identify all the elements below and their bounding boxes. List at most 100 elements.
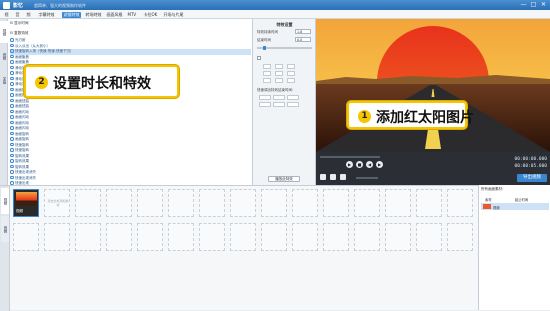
radio-icon[interactable] <box>10 43 14 47</box>
radio-icon[interactable] <box>10 181 14 185</box>
menu-transition-effects[interactable]: 转场特效 <box>84 12 103 18</box>
timeline-tab-audio[interactable]: 音频 <box>1 216 9 242</box>
position-cell[interactable] <box>287 64 295 69</box>
play-effect-button[interactable]: 播放此特效 <box>268 176 300 182</box>
minimize-button[interactable]: — <box>520 1 527 8</box>
position-cell[interactable] <box>287 71 295 76</box>
timeline-empty-slot[interactable] <box>261 223 287 251</box>
radio-icon[interactable] <box>10 76 14 80</box>
radio-icon[interactable] <box>10 159 14 163</box>
radio-icon[interactable] <box>10 148 14 152</box>
radio-icon[interactable] <box>10 126 14 130</box>
radio-icon[interactable] <box>10 153 14 157</box>
timeline-tab-video[interactable]: 视频 <box>1 188 9 214</box>
prev-icon[interactable]: ◀ <box>366 161 373 168</box>
menu-opening-ending[interactable]: 开场与片尾 <box>162 12 185 18</box>
radio-icon[interactable] <box>10 170 14 174</box>
timeline-empty-slot[interactable] <box>44 223 70 251</box>
export-video-button[interactable]: 导出视频 <box>517 174 547 182</box>
stop-icon[interactable]: ■ <box>356 161 363 168</box>
menu-filter-effects[interactable]: 滤镜特效 <box>62 11 81 18</box>
left-tab-audio[interactable]: 音频 <box>0 45 8 67</box>
timeline-empty-slot[interactable] <box>447 189 473 217</box>
timeline-empty-slot[interactable] <box>292 189 318 217</box>
timeline-empty-slot[interactable] <box>75 223 101 251</box>
timeline-empty-slot[interactable] <box>13 223 39 251</box>
menu-frequency[interactable]: 频 <box>25 12 32 18</box>
timeline-empty-slot[interactable] <box>416 223 442 251</box>
timeline-empty-slot[interactable] <box>416 189 442 217</box>
timeline-empty-slot[interactable] <box>385 223 411 251</box>
radio-icon[interactable] <box>10 115 14 119</box>
radio-icon[interactable] <box>10 98 14 102</box>
timeline-empty-slot[interactable] <box>447 223 473 251</box>
menu-picture-style[interactable]: 画面风格 <box>105 12 124 18</box>
radio-icon[interactable] <box>10 60 14 64</box>
timeline-empty-slot[interactable] <box>230 223 256 251</box>
position-cell[interactable] <box>263 64 271 69</box>
position-cell[interactable] <box>263 78 271 83</box>
timeline-empty-slot[interactable] <box>230 189 256 217</box>
timeline-empty-slot[interactable] <box>199 223 225 251</box>
radio-icon[interactable] <box>10 65 14 69</box>
menu-video[interactable]: 视 <box>3 12 10 18</box>
duration-slider[interactable] <box>257 45 312 50</box>
settings-icon[interactable] <box>340 174 346 180</box>
menu-karaoke[interactable]: 卡拉OK <box>142 12 159 18</box>
quick-cell[interactable] <box>287 102 299 107</box>
timeline-empty-slot[interactable] <box>137 223 163 251</box>
radio-icon[interactable] <box>10 109 14 113</box>
timeline-empty-slot[interactable] <box>323 223 349 251</box>
position-cell[interactable] <box>275 71 283 76</box>
maximize-button[interactable]: □ <box>530 1 537 8</box>
radio-icon[interactable] <box>10 54 14 58</box>
timeline-empty-slot[interactable]: 双击此处添加素材 <box>44 189 70 217</box>
quick-cell[interactable] <box>287 95 299 100</box>
menu-audio[interactable]: 音 <box>14 12 21 18</box>
radio-icon[interactable] <box>10 82 14 86</box>
timeline-empty-slot[interactable] <box>261 189 287 217</box>
position-cell[interactable] <box>275 64 283 69</box>
timeline-empty-slot[interactable] <box>199 189 225 217</box>
quick-cell[interactable] <box>259 102 271 107</box>
timeline-empty-slot[interactable] <box>354 189 380 217</box>
quick-cell[interactable] <box>273 102 285 107</box>
radio-icon[interactable] <box>10 164 14 168</box>
radio-icon[interactable] <box>10 71 14 75</box>
timeline-empty-slot[interactable] <box>106 223 132 251</box>
media-row[interactable]: 视频 <box>481 203 549 210</box>
radio-icon[interactable] <box>10 93 14 97</box>
end-time-input[interactable]: 0.0 <box>295 37 311 42</box>
radio-icon[interactable] <box>10 175 14 179</box>
radio-icon[interactable] <box>10 142 14 146</box>
timeline-empty-slot[interactable] <box>168 189 194 217</box>
left-tab-video[interactable]: 视频 <box>0 21 8 43</box>
left-tab-subtitle[interactable]: 字幕 <box>0 69 8 91</box>
radio-icon[interactable] <box>10 104 14 108</box>
timeline-empty-slot[interactable] <box>168 223 194 251</box>
timeline-empty-slot[interactable] <box>323 189 349 217</box>
radio-icon[interactable] <box>10 87 14 91</box>
timeline-empty-slot[interactable] <box>137 189 163 217</box>
quick-cell[interactable] <box>259 95 271 100</box>
radio-icon[interactable] <box>10 137 14 141</box>
timeline-empty-slot[interactable] <box>75 189 101 217</box>
screenshot-icon[interactable] <box>320 174 326 180</box>
duration-input[interactable]: 1.8 <box>295 29 311 34</box>
menu-subtitle-effects[interactable]: 字幕特效 <box>37 12 56 18</box>
quick-cell[interactable] <box>273 95 285 100</box>
radio-icon[interactable] <box>10 38 14 42</box>
progress-slider[interactable] <box>320 156 380 158</box>
radio-icon[interactable] <box>10 49 14 53</box>
timeline-empty-slot[interactable] <box>385 189 411 217</box>
radio-icon[interactable] <box>10 131 14 135</box>
position-cell[interactable] <box>275 78 283 83</box>
menu-mtv[interactable]: MTV <box>126 12 138 18</box>
close-button[interactable]: ✕ <box>540 1 547 8</box>
timeline-empty-slot[interactable] <box>292 223 318 251</box>
play-icon[interactable]: ▶ <box>346 161 353 168</box>
timeline-empty-slot[interactable] <box>106 189 132 217</box>
radio-icon[interactable] <box>10 120 14 124</box>
volume-slider[interactable] <box>356 177 378 179</box>
timeline-clip[interactable]: 视频 <box>13 189 39 217</box>
